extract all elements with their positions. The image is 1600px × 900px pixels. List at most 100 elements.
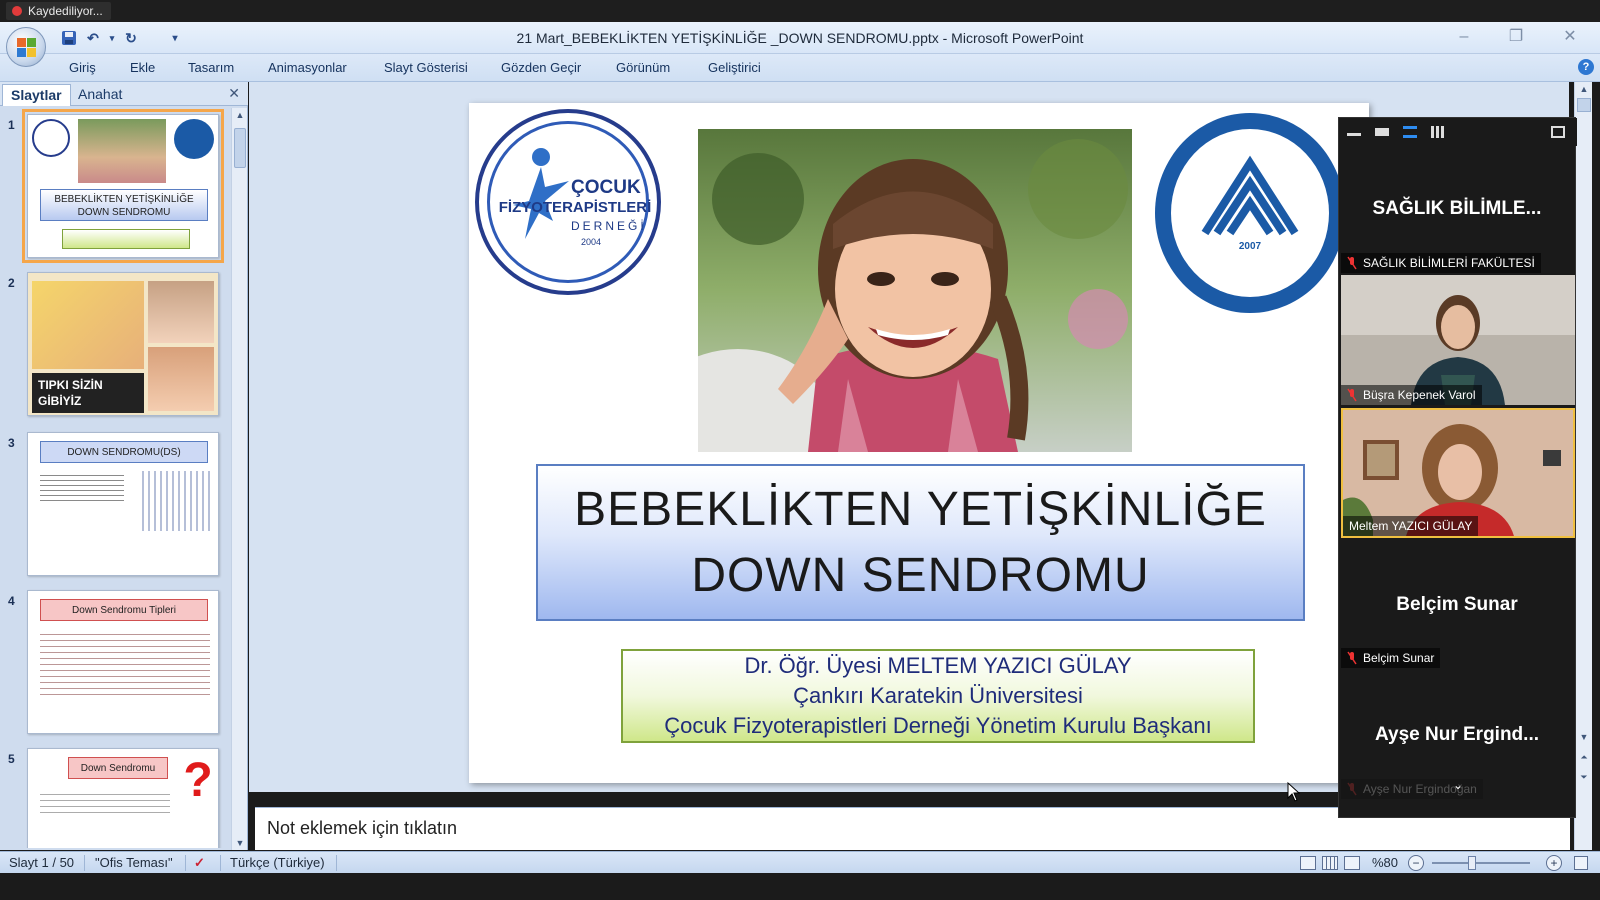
record-icon <box>12 6 22 16</box>
status-divider <box>185 855 186 871</box>
thumb-photo <box>78 119 166 183</box>
exit-minimized-icon[interactable] <box>1551 126 1565 138</box>
logo-line3: DERNEĞİ <box>571 219 647 233</box>
cocuk-fizyoterapistleri-logo: ÇOCUK FİZYOTERAPİSTLERİ DERNEĞİ 2004 <box>475 109 661 295</box>
zoom-level[interactable]: %80 <box>1372 855 1398 870</box>
participant-video-1[interactable]: Büşra Kepenek Varol <box>1341 275 1575 405</box>
thumbnail-title: Down Sendromu Tipleri <box>40 599 208 621</box>
scroll-up-icon[interactable]: ▲ <box>232 110 248 120</box>
scroll-down-icon[interactable]: ▼ <box>232 838 248 848</box>
thumbnail-number: 4 <box>8 594 15 608</box>
theme-name: "Ofis Teması" <box>95 855 173 870</box>
help-icon[interactable]: ? <box>1578 59 1594 75</box>
tab-ekle[interactable]: Ekle <box>130 60 155 75</box>
thumb-photo <box>148 347 214 411</box>
thumb-text-block <box>40 471 124 501</box>
logo-line1: ÇOCUK <box>571 177 641 198</box>
participant-name-placeholder: SAĞLIK BİLİMLE... <box>1372 198 1542 219</box>
spellcheck-icon[interactable]: ✓ <box>194 855 205 871</box>
scrollbar-thumb[interactable] <box>234 128 246 168</box>
recording-indicator[interactable]: Kaydediliyor... <box>6 2 111 20</box>
meeting-panel-toolbar <box>1339 118 1577 146</box>
participant-label: Büşra Kepenek Varol <box>1341 385 1482 405</box>
status-divider <box>220 855 221 871</box>
zoom-in-button[interactable]: + <box>1546 855 1562 871</box>
zoom-out-button[interactable]: − <box>1408 855 1424 871</box>
previous-slide-icon[interactable]: ⏶ <box>1575 752 1593 763</box>
office-button[interactable] <box>6 27 46 67</box>
scrollbar-thumb[interactable] <box>1577 98 1591 112</box>
tab-animasyonlar[interactable]: Animasyonlar <box>268 60 347 75</box>
gallery-view-icon[interactable] <box>1431 126 1445 138</box>
mic-muted-icon <box>1347 256 1357 270</box>
scroll-up-icon[interactable]: ▲ <box>1575 84 1593 94</box>
thumb-photo <box>148 281 214 343</box>
current-slide[interactable]: ÇOCUK FİZYOTERAPİSTLERİ DERNEĞİ 2004 200… <box>469 103 1369 783</box>
participant-video-2[interactable]: Meltem YAZICI GÜLAY <box>1341 408 1575 538</box>
minimize-button[interactable]: – <box>1452 26 1476 48</box>
slide-author-box[interactable]: Dr. Öğr. Üyesi MELTEM YAZICI GÜLAY Çankı… <box>621 649 1255 743</box>
normal-view-icon[interactable] <box>1300 856 1316 870</box>
recording-strip: Kaydediliyor... <box>0 0 1600 22</box>
restore-button[interactable]: ❐ <box>1504 26 1528 48</box>
participant-label: Meltem YAZICI GÜLAY <box>1343 516 1479 536</box>
fit-to-window-icon[interactable] <box>1574 856 1588 870</box>
slide-thumbnail-1[interactable]: BEBEKLİKTEN YETİŞKİNLİĞE DOWN SENDROMU <box>22 109 224 263</box>
mic-muted-icon <box>1347 651 1357 665</box>
status-bar: Slayt 1 / 50 "Ofis Teması" ✓ Türkçe (Tür… <box>0 851 1600 873</box>
thumb-logo-right <box>174 119 214 159</box>
next-slide-icon[interactable]: ⏷ <box>1575 772 1593 783</box>
language[interactable]: Türkçe (Türkiye) <box>230 855 325 870</box>
thumbnail-number: 3 <box>8 436 15 450</box>
thumbnail-number: 5 <box>8 752 15 766</box>
slide-position: Slayt 1 / 50 <box>9 855 75 870</box>
slideshow-view-icon[interactable] <box>1344 856 1360 870</box>
thumbnail-title: DOWN SENDROMU(DS) <box>40 441 208 463</box>
cankiri-karatekin-logo: 2007 ÇANKIRI KARATEKİN ÜNİVERSİTESİ <box>1155 113 1345 313</box>
slides-pane: Slaytlar Anahat ✕ 1 BEBEKLİKTEN YETİŞKİN… <box>0 82 248 850</box>
scroll-down-icon[interactable]: ▼ <box>1575 732 1593 742</box>
thumbnails-scrollbar[interactable]: ▲ ▼ <box>231 108 247 850</box>
tab-slayt-gosterisi[interactable]: Slayt Gösterisi <box>384 60 468 75</box>
tab-gorunum[interactable]: Görünüm <box>616 60 670 75</box>
minimize-view-icon[interactable] <box>1347 126 1361 136</box>
slide-thumbnail-3[interactable]: DOWN SENDROMU(DS) <box>27 432 219 576</box>
thumbnail-title: TIPKI SİZİN GİBİYİZ <box>32 373 144 413</box>
zoom-slider-knob[interactable] <box>1468 856 1476 870</box>
strip-view-icon[interactable] <box>1403 126 1417 138</box>
tab-gelistirici[interactable]: Geliştirici <box>708 60 761 75</box>
slide-title-box[interactable]: BEBEKLİKTEN YETİŞKİNLİĞE DOWN SENDROMU <box>536 464 1305 621</box>
author-university: Çankırı Karatekin Üniversitesi <box>793 683 1083 708</box>
zoom-slider[interactable] <box>1432 862 1530 864</box>
status-divider <box>84 855 85 871</box>
tab-giris[interactable]: Giriş <box>69 60 96 75</box>
tab-tasarim[interactable]: Tasarım <box>188 60 234 75</box>
slide-thumbnail-5[interactable]: Down Sendromu ? <box>27 748 219 848</box>
thumb-author-box <box>62 229 190 249</box>
slide-thumbnail-4[interactable]: Down Sendromu Tipleri <box>27 590 219 734</box>
tab-slaytlar[interactable]: Slaytlar <box>2 84 71 106</box>
scroll-down-chevron-icon[interactable]: ⌄ <box>1448 778 1468 794</box>
logo-line2: FİZYOTERAPİSTLERİ <box>498 199 652 216</box>
slide-sorter-view-icon[interactable] <box>1322 856 1338 870</box>
recording-label: Kaydediliyor... <box>28 4 103 18</box>
logo-ring-text: ÇANKIRI KARATEKİN ÜNİVERSİTESİ <box>1198 265 1302 287</box>
mic-muted-icon <box>1347 388 1357 402</box>
close-button[interactable]: ✕ <box>1558 26 1582 48</box>
speaker-view-icon[interactable] <box>1375 128 1389 136</box>
tab-anahat[interactable]: Anahat <box>70 84 130 106</box>
question-mark-icon: ? <box>183 754 213 807</box>
tab-gozden-gecir[interactable]: Gözden Geçir <box>501 60 581 75</box>
logo-year: 2004 <box>581 237 602 247</box>
thumb-collage <box>32 281 144 369</box>
mic-muted-icon <box>1347 782 1357 796</box>
thumbnail-number: 2 <box>8 276 15 290</box>
thumbnail-list: 1 BEBEKLİKTEN YETİŞKİNLİĞE DOWN SENDROMU… <box>0 108 232 848</box>
slide-scrollbar[interactable]: ▲ ▼ ⏶ ⏷ <box>1574 82 1592 850</box>
office-logo-icon <box>17 38 37 58</box>
bottom-strip <box>0 873 1600 900</box>
slide-thumbnail-2[interactable]: TIPKI SİZİN GİBİYİZ <box>27 272 219 416</box>
thumb-text-block <box>40 789 170 813</box>
close-pane-icon[interactable]: ✕ <box>228 85 240 102</box>
mouse-cursor-icon <box>1287 782 1301 802</box>
